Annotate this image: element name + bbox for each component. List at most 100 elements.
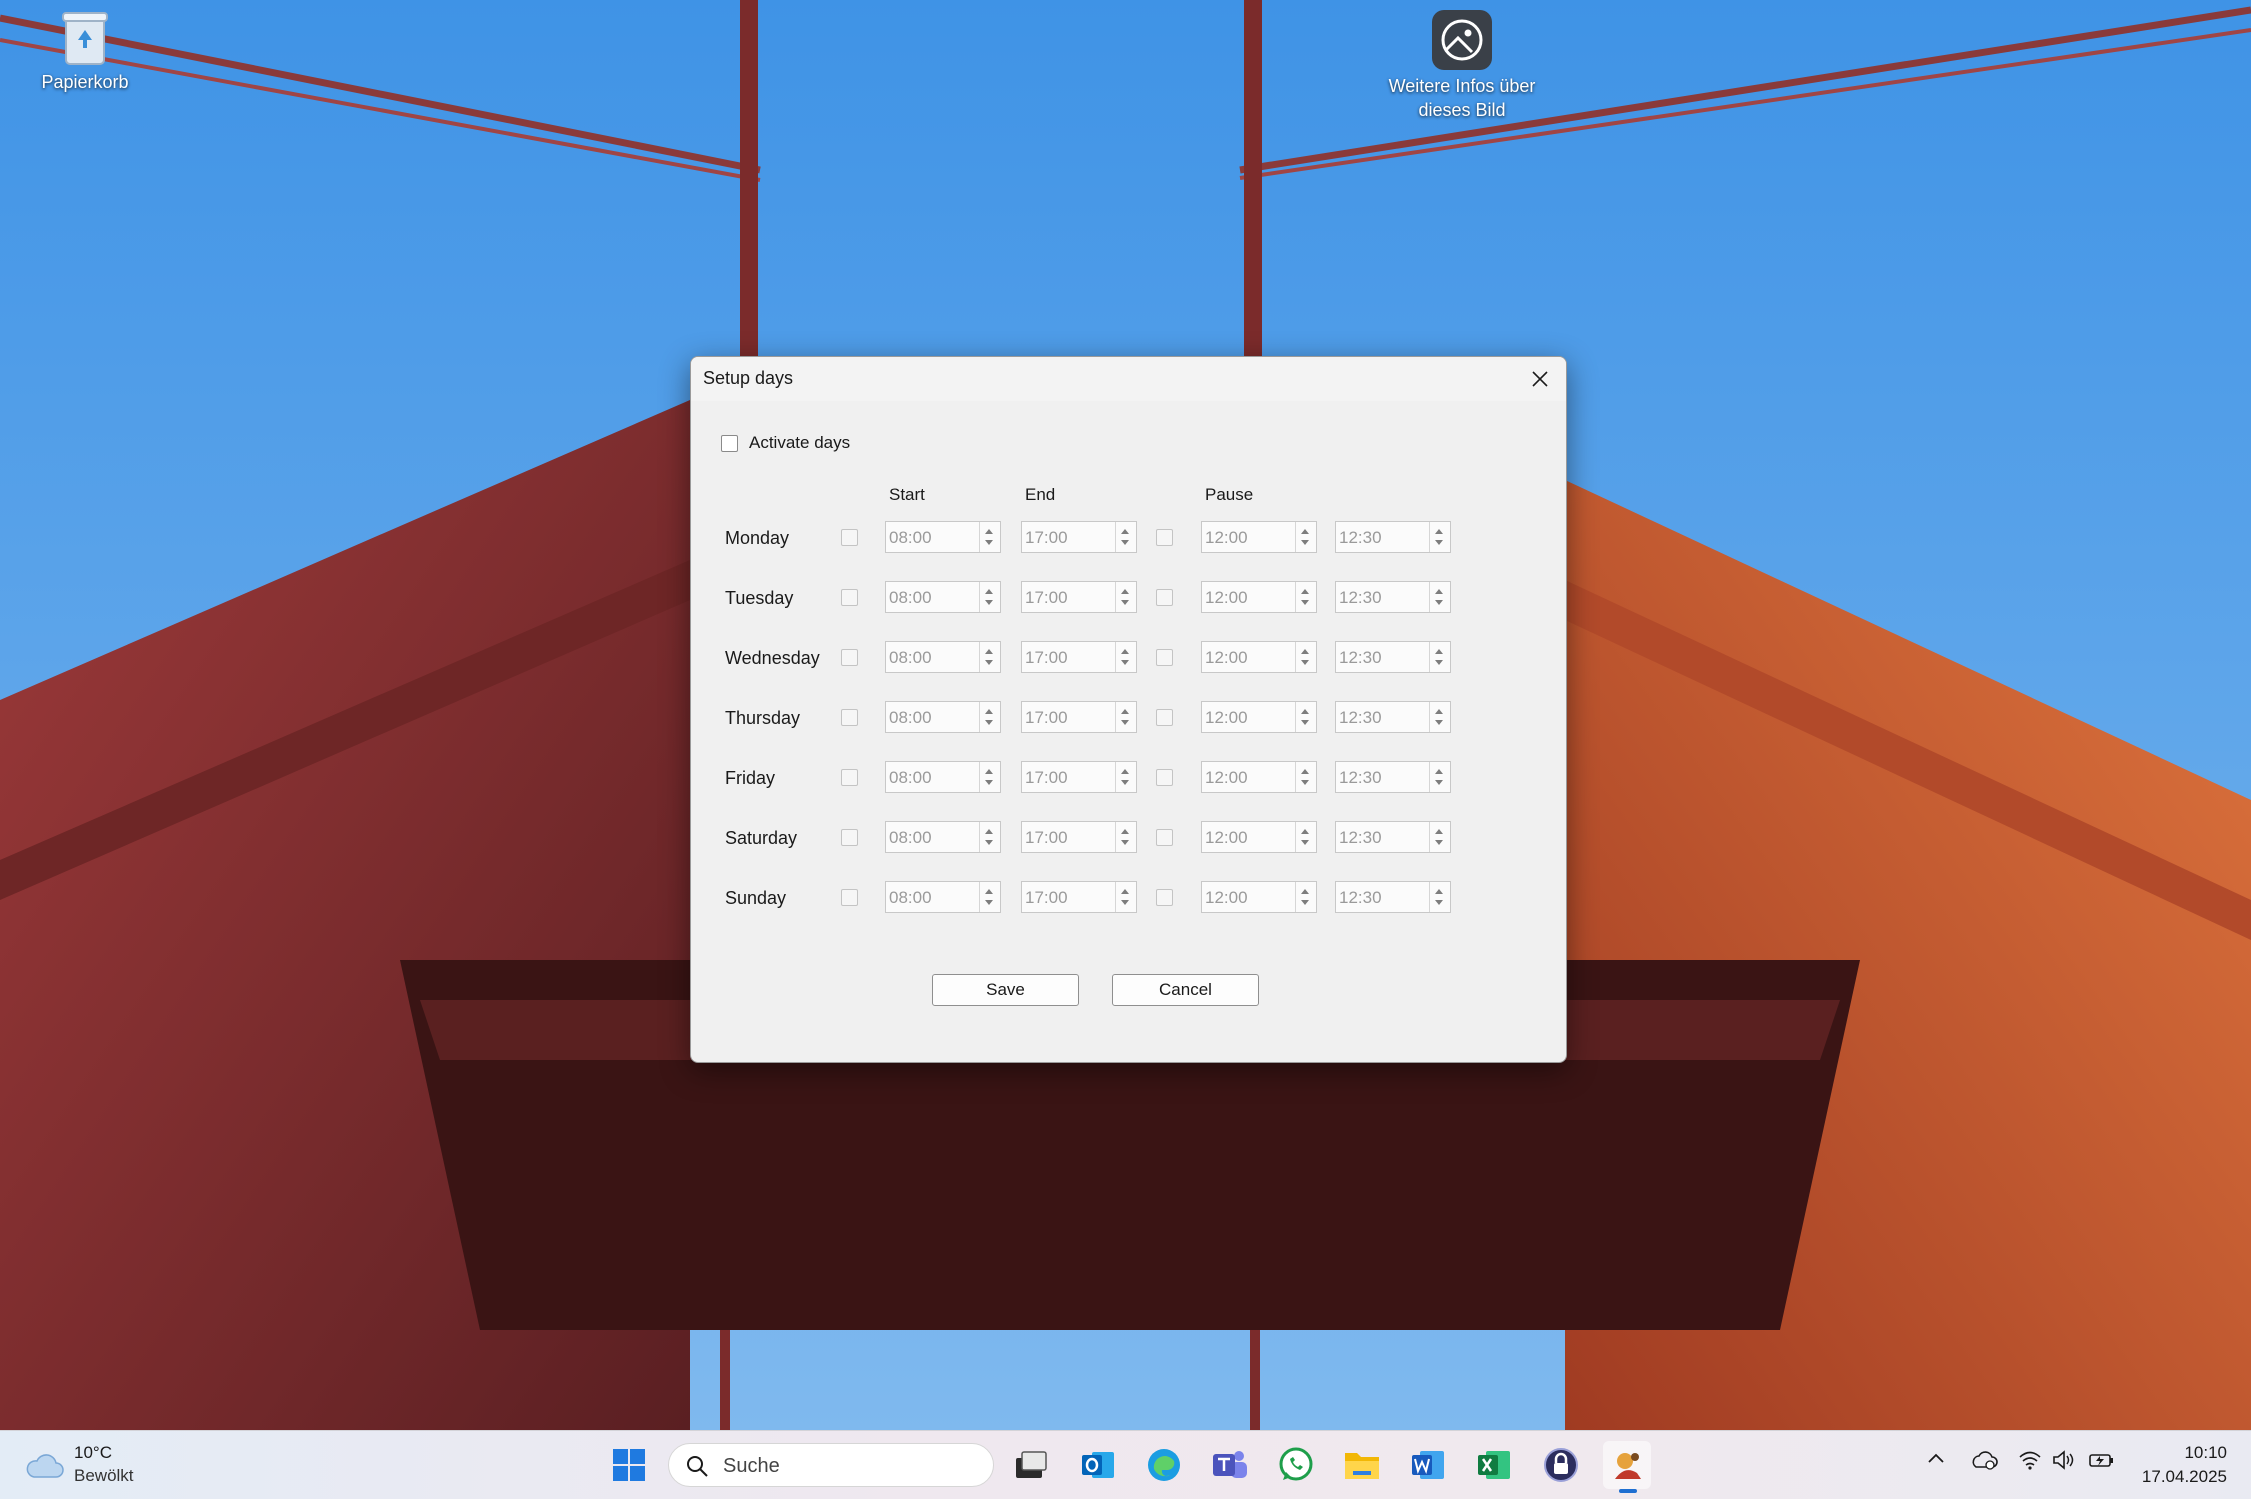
pause-to-spinner[interactable]: 12:30 — [1335, 641, 1451, 673]
spinner-arrows[interactable] — [1429, 762, 1450, 792]
spinner-arrows[interactable] — [1115, 822, 1136, 852]
end-time-spinner[interactable]: 17:00 — [1021, 881, 1137, 913]
pause-enabled-checkbox[interactable] — [1156, 529, 1173, 546]
battery-icon[interactable] — [2088, 1449, 2116, 1471]
desktop-icon-recycle-bin[interactable]: Papierkorb — [5, 8, 165, 94]
day-enabled-checkbox[interactable] — [841, 769, 858, 786]
arrow-up-icon[interactable] — [1301, 709, 1309, 714]
arrow-down-icon[interactable] — [1435, 840, 1443, 845]
arrow-down-icon[interactable] — [1301, 540, 1309, 545]
search-box[interactable]: Suche — [668, 1443, 994, 1487]
pause-to-spinner[interactable]: 12:30 — [1335, 701, 1451, 733]
pause-from-spinner[interactable]: 12:00 — [1201, 761, 1317, 793]
pause-enabled-checkbox[interactable] — [1156, 709, 1173, 726]
arrow-down-icon[interactable] — [1121, 600, 1129, 605]
spinner-arrows[interactable] — [1429, 882, 1450, 912]
pause-from-spinner[interactable]: 12:00 — [1201, 581, 1317, 613]
end-time-spinner[interactable]: 17:00 — [1021, 581, 1137, 613]
arrow-down-icon[interactable] — [1435, 660, 1443, 665]
edge-button[interactable] — [1140, 1441, 1188, 1489]
arrow-up-icon[interactable] — [1301, 769, 1309, 774]
arrow-up-icon[interactable] — [1435, 829, 1443, 834]
arrow-up-icon[interactable] — [985, 649, 993, 654]
spinner-arrows[interactable] — [1429, 582, 1450, 612]
day-enabled-checkbox[interactable] — [841, 709, 858, 726]
onedrive-sync-icon[interactable] — [1970, 1449, 1998, 1471]
arrow-down-icon[interactable] — [1301, 660, 1309, 665]
arrow-down-icon[interactable] — [1435, 540, 1443, 545]
pause-enabled-checkbox[interactable] — [1156, 889, 1173, 906]
task-view-button[interactable] — [1007, 1441, 1055, 1489]
pause-enabled-checkbox[interactable] — [1156, 769, 1173, 786]
spinner-arrows[interactable] — [1295, 702, 1316, 732]
teams-button[interactable] — [1206, 1441, 1254, 1489]
arrow-up-icon[interactable] — [1301, 889, 1309, 894]
spinner-arrows[interactable] — [1429, 522, 1450, 552]
spinner-arrows[interactable] — [1115, 882, 1136, 912]
arrow-up-icon[interactable] — [1435, 529, 1443, 534]
day-enabled-checkbox[interactable] — [841, 589, 858, 606]
arrow-up-icon[interactable] — [985, 889, 993, 894]
arrow-up-icon[interactable] — [1301, 649, 1309, 654]
activate-days-checkbox[interactable] — [721, 435, 738, 452]
end-time-spinner[interactable]: 17:00 — [1021, 821, 1137, 853]
start-time-spinner[interactable]: 08:00 — [885, 581, 1001, 613]
spinner-arrows[interactable] — [979, 822, 1000, 852]
spinner-arrows[interactable] — [1295, 582, 1316, 612]
start-time-spinner[interactable]: 08:00 — [885, 521, 1001, 553]
arrow-down-icon[interactable] — [1435, 780, 1443, 785]
day-enabled-checkbox[interactable] — [841, 649, 858, 666]
arrow-up-icon[interactable] — [1121, 829, 1129, 834]
save-button[interactable]: Save — [932, 974, 1079, 1006]
spinner-arrows[interactable] — [1429, 822, 1450, 852]
spinner-arrows[interactable] — [1429, 702, 1450, 732]
arrow-up-icon[interactable] — [1121, 709, 1129, 714]
pause-from-spinner[interactable]: 12:00 — [1201, 641, 1317, 673]
arrow-down-icon[interactable] — [985, 660, 993, 665]
pause-to-spinner[interactable]: 12:30 — [1335, 761, 1451, 793]
arrow-up-icon[interactable] — [1121, 529, 1129, 534]
word-button[interactable] — [1404, 1441, 1452, 1489]
pause-from-spinner[interactable]: 12:00 — [1201, 881, 1317, 913]
spinner-arrows[interactable] — [979, 522, 1000, 552]
pause-enabled-checkbox[interactable] — [1156, 649, 1173, 666]
pause-to-spinner[interactable]: 12:30 — [1335, 821, 1451, 853]
arrow-up-icon[interactable] — [985, 529, 993, 534]
pause-to-spinner[interactable]: 12:30 — [1335, 521, 1451, 553]
spinner-arrows[interactable] — [1295, 822, 1316, 852]
spinner-arrows[interactable] — [979, 642, 1000, 672]
volume-icon[interactable] — [2052, 1449, 2076, 1471]
whatsapp-button[interactable] — [1272, 1441, 1320, 1489]
start-time-spinner[interactable]: 08:00 — [885, 761, 1001, 793]
arrow-up-icon[interactable] — [985, 709, 993, 714]
pause-to-spinner[interactable]: 12:30 — [1335, 881, 1451, 913]
pause-enabled-checkbox[interactable] — [1156, 829, 1173, 846]
arrow-down-icon[interactable] — [1121, 660, 1129, 665]
arrow-down-icon[interactable] — [1435, 720, 1443, 725]
arrow-up-icon[interactable] — [1301, 589, 1309, 594]
cancel-button[interactable]: Cancel — [1112, 974, 1259, 1006]
end-time-spinner[interactable]: 17:00 — [1021, 641, 1137, 673]
arrow-down-icon[interactable] — [1435, 600, 1443, 605]
pause-from-spinner[interactable]: 12:00 — [1201, 701, 1317, 733]
arrow-down-icon[interactable] — [1301, 900, 1309, 905]
day-enabled-checkbox[interactable] — [841, 829, 858, 846]
arrow-down-icon[interactable] — [985, 900, 993, 905]
arrow-up-icon[interactable] — [1301, 529, 1309, 534]
start-time-spinner[interactable]: 08:00 — [885, 821, 1001, 853]
arrow-down-icon[interactable] — [1301, 840, 1309, 845]
arrow-down-icon[interactable] — [1301, 720, 1309, 725]
spinner-arrows[interactable] — [979, 882, 1000, 912]
spinner-arrows[interactable] — [1115, 642, 1136, 672]
arrow-up-icon[interactable] — [1435, 709, 1443, 714]
pause-from-spinner[interactable]: 12:00 — [1201, 821, 1317, 853]
day-enabled-checkbox[interactable] — [841, 889, 858, 906]
arrow-down-icon[interactable] — [985, 780, 993, 785]
day-enabled-checkbox[interactable] — [841, 529, 858, 546]
active-app-button[interactable] — [1603, 1441, 1651, 1493]
arrow-up-icon[interactable] — [1301, 829, 1309, 834]
arrow-down-icon[interactable] — [1301, 780, 1309, 785]
arrow-up-icon[interactable] — [1435, 649, 1443, 654]
arrow-down-icon[interactable] — [985, 840, 993, 845]
end-time-spinner[interactable]: 17:00 — [1021, 521, 1137, 553]
